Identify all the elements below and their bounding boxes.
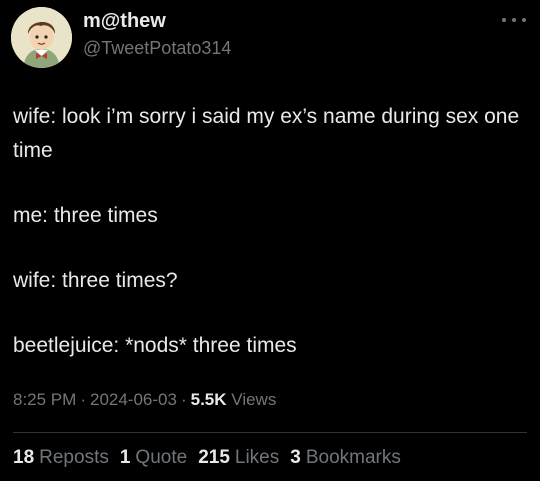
reposts-label: Reposts bbox=[39, 447, 109, 468]
separator: · bbox=[80, 390, 86, 409]
views-label: Views bbox=[231, 390, 277, 409]
author-handle[interactable]: @TweetPotato314 bbox=[83, 38, 231, 59]
bookmarks-label: Bookmarks bbox=[305, 447, 401, 468]
author-display-name[interactable]: m@thew bbox=[83, 10, 166, 33]
tweet-meta: 8:25 PM · 2024-06-03 · 5.5K Views bbox=[13, 390, 276, 410]
likes-label: Likes bbox=[234, 447, 280, 468]
engagement-stats: 18 Reposts 1 Quote 215 Likes 3 Bookmarks bbox=[13, 447, 401, 469]
more-horizontal-icon bbox=[502, 18, 506, 22]
tweet-text: wife: look i’m sorry i said my ex’s name… bbox=[13, 100, 523, 394]
tweet-date[interactable]: 2024-06-03 bbox=[90, 390, 177, 409]
likes-stat[interactable]: 215 Likes bbox=[198, 447, 279, 469]
tweet-line: me: three times bbox=[13, 204, 158, 227]
separator: · bbox=[180, 390, 187, 409]
views-count: 5.5K bbox=[190, 390, 227, 409]
likes-count: 215 bbox=[198, 447, 230, 468]
divider bbox=[13, 432, 527, 433]
more-options-button[interactable] bbox=[502, 10, 526, 30]
reposts-stat[interactable]: 18 Reposts bbox=[13, 447, 109, 469]
bookmarks-stat[interactable]: 3 Bookmarks bbox=[290, 447, 401, 469]
quotes-stat[interactable]: 1 Quote bbox=[120, 447, 187, 469]
tweet-line: wife: look i’m sorry i said my ex’s name… bbox=[13, 105, 520, 162]
avatar-cartoon-boy-icon bbox=[11, 7, 72, 68]
tweet-card: m@thew @TweetPotato314 wife: look i’m so… bbox=[0, 0, 540, 481]
quotes-label: Quote bbox=[135, 447, 188, 468]
reposts-count: 18 bbox=[13, 447, 35, 468]
bookmarks-count: 3 bbox=[290, 447, 301, 468]
tweet-line: wife: three times? bbox=[13, 269, 178, 292]
tweet-time[interactable]: 8:25 PM bbox=[13, 390, 76, 409]
avatar[interactable] bbox=[11, 7, 72, 68]
quotes-count: 1 bbox=[119, 447, 131, 468]
tweet-line: beetlejuice: *nods* three times bbox=[13, 334, 297, 357]
